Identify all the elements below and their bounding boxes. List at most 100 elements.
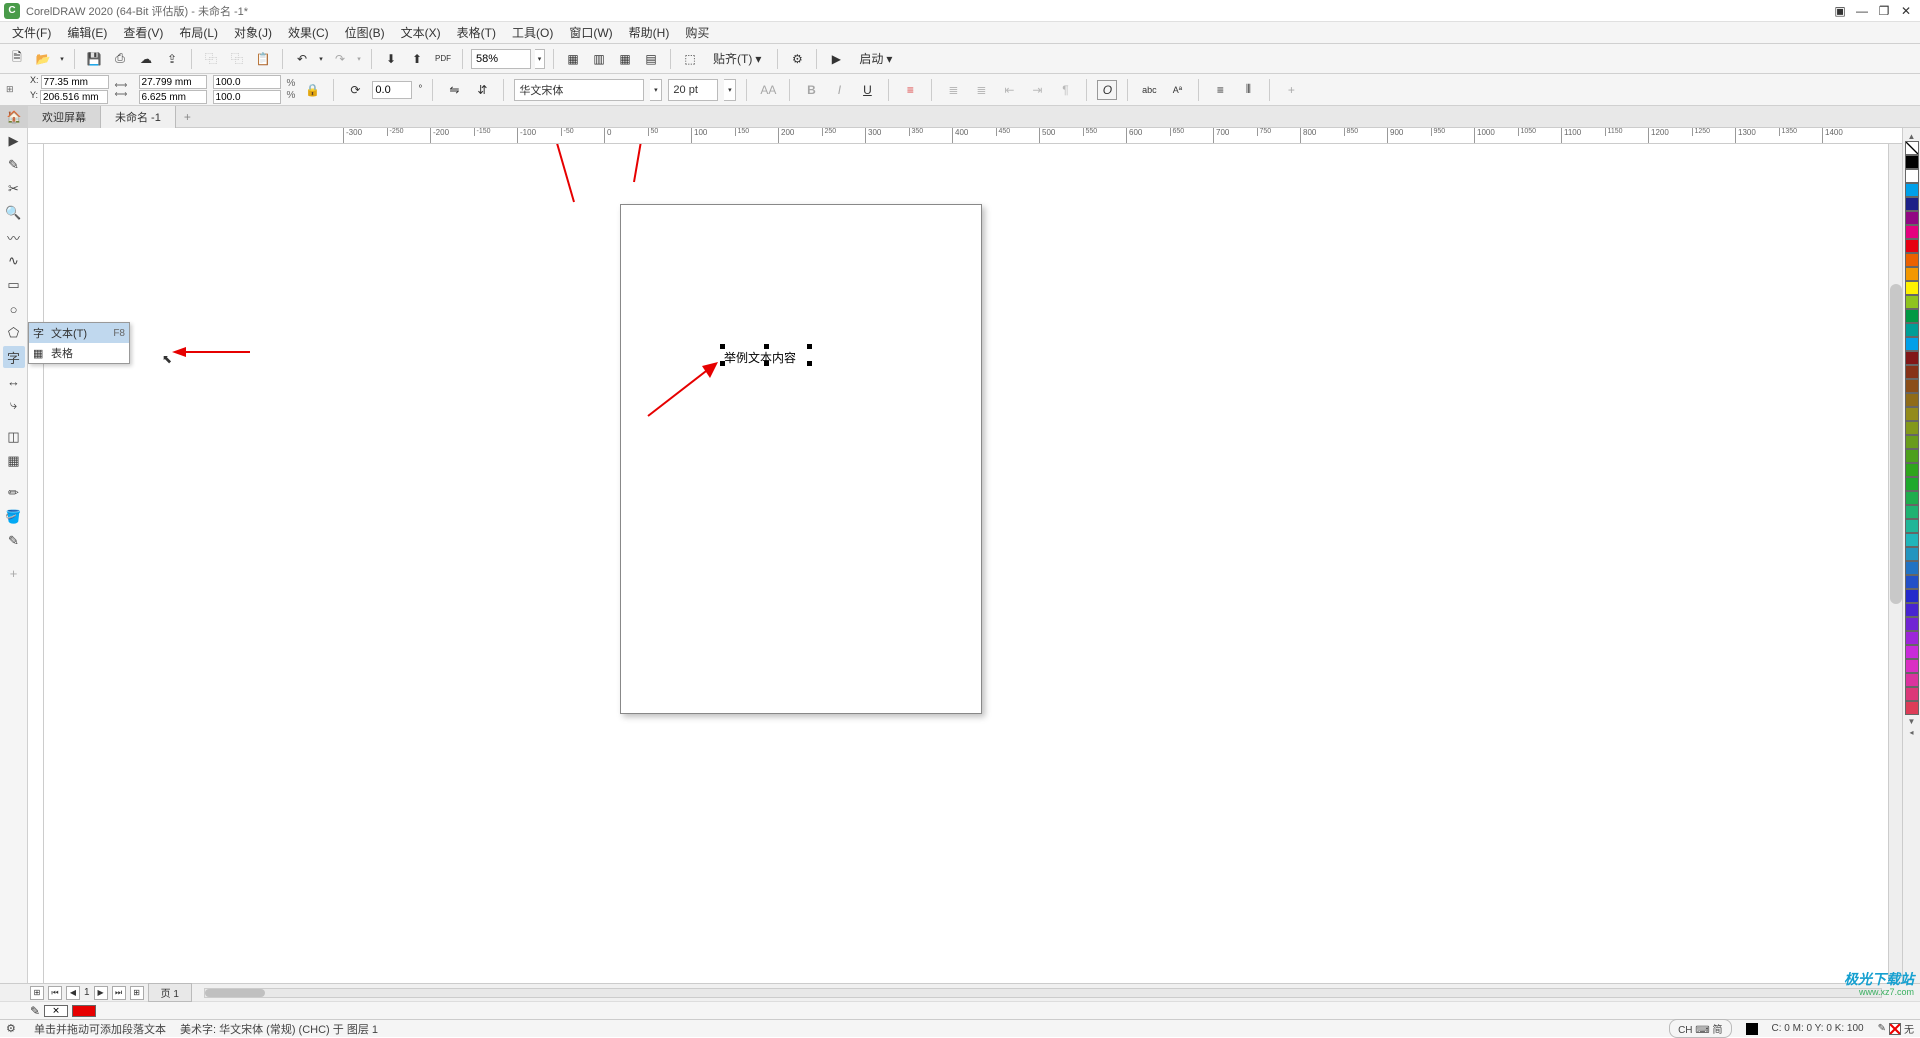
- eyedropper-tool-icon[interactable]: ✏: [3, 482, 25, 504]
- palette-swatch[interactable]: [1905, 477, 1919, 491]
- y-input[interactable]: [40, 90, 108, 104]
- palette-down-icon[interactable]: ▼: [1908, 717, 1916, 726]
- menu-effect[interactable]: 效果(C): [280, 22, 337, 43]
- list-bullet-icon[interactable]: ≣: [942, 79, 964, 101]
- palette-swatch[interactable]: [1905, 589, 1919, 603]
- palette-swatch[interactable]: [1905, 253, 1919, 267]
- underline-button[interactable]: U: [856, 79, 878, 101]
- palette-swatch[interactable]: [1905, 309, 1919, 323]
- palette-expand-icon[interactable]: ◂: [1909, 728, 1913, 737]
- rectangle-tool-icon[interactable]: ▭: [3, 274, 25, 296]
- menu-layout[interactable]: 布局(L): [171, 22, 226, 43]
- palette-swatch[interactable]: [1905, 533, 1919, 547]
- palette-swatch[interactable]: [1905, 421, 1919, 435]
- palette-swatch[interactable]: [1905, 365, 1919, 379]
- dropshadow-tool-icon[interactable]: ◫: [3, 426, 25, 448]
- grid-icon[interactable]: ▦: [614, 48, 636, 70]
- snap-icon[interactable]: ⬚: [679, 48, 701, 70]
- copy2-icon[interactable]: ⿻: [226, 48, 248, 70]
- outline-color-well[interactable]: [44, 1005, 68, 1017]
- palette-swatch[interactable]: [1905, 211, 1919, 225]
- transparency-tool-icon[interactable]: ▦: [3, 450, 25, 472]
- palette-swatch[interactable]: [1905, 183, 1919, 197]
- page-tab-1[interactable]: 页 1: [148, 983, 192, 1002]
- menu-table[interactable]: 表格(T): [449, 22, 504, 43]
- undo-icon[interactable]: ↶: [291, 48, 313, 70]
- selection-handles[interactable]: [720, 344, 812, 366]
- palette-swatch[interactable]: [1905, 449, 1919, 463]
- horizontal-ruler[interactable]: 毫米 -300-200-1000100200300400500600700800…: [28, 128, 1902, 144]
- palette-swatch[interactable]: [1905, 687, 1919, 701]
- tab-welcome[interactable]: 欢迎屏幕: [28, 106, 101, 128]
- palette-swatch[interactable]: [1905, 267, 1919, 281]
- crop-tool-icon[interactable]: ✂: [3, 178, 25, 200]
- open-icon[interactable]: 📂: [32, 48, 54, 70]
- mirror-h-icon[interactable]: ⇋: [443, 79, 465, 101]
- cloud-icon[interactable]: ☁: [135, 48, 157, 70]
- zoom-tool-icon[interactable]: 🔍: [3, 202, 25, 224]
- home-tab-icon[interactable]: 🏠: [0, 106, 28, 128]
- palette-swatch[interactable]: [1905, 491, 1919, 505]
- text-spacing-icon[interactable]: ⫴: [1237, 79, 1259, 101]
- palette-swatch[interactable]: [1905, 379, 1919, 393]
- palette-swatch[interactable]: [1905, 407, 1919, 421]
- palette-swatch[interactable]: [1905, 561, 1919, 575]
- fill-tool-icon[interactable]: 🪣: [3, 506, 25, 528]
- menu-edit[interactable]: 编辑(E): [59, 22, 115, 43]
- paste-icon[interactable]: 📋: [252, 48, 274, 70]
- close-icon[interactable]: ✕: [1896, 3, 1916, 19]
- palette-up-icon[interactable]: ▲: [1908, 132, 1916, 141]
- pdf-icon[interactable]: PDF: [432, 48, 454, 70]
- lock-ratio-icon[interactable]: 🔒: [301, 79, 323, 101]
- palette-swatch[interactable]: [1905, 155, 1919, 169]
- palette-swatch[interactable]: [1905, 631, 1919, 645]
- list-number-icon[interactable]: ≣: [970, 79, 992, 101]
- variable-font-icon[interactable]: AA: [757, 79, 779, 101]
- palette-swatch[interactable]: [1905, 351, 1919, 365]
- options-icon[interactable]: ⚙: [786, 48, 808, 70]
- pick-tool-icon[interactable]: ▶: [3, 130, 25, 152]
- text-tool-icon[interactable]: 字: [3, 346, 25, 368]
- palette-swatch[interactable]: [1905, 295, 1919, 309]
- connector-tool-icon[interactable]: ⤷: [3, 394, 25, 416]
- text-case-icon[interactable]: Aª: [1166, 79, 1188, 101]
- palette-swatch[interactable]: [1905, 225, 1919, 239]
- menu-view[interactable]: 查看(V): [115, 22, 171, 43]
- vertical-scrollbar[interactable]: [1888, 144, 1902, 983]
- menu-help[interactable]: 帮助(H): [621, 22, 678, 43]
- outline-tool-icon[interactable]: ✎: [3, 530, 25, 552]
- dd1[interactable]: ▾: [58, 48, 66, 70]
- italic-button[interactable]: I: [828, 79, 850, 101]
- status-gear-icon[interactable]: ⚙: [6, 1022, 20, 1035]
- font-size-input[interactable]: 20 pt: [668, 79, 718, 101]
- horizontal-scrollbar[interactable]: [204, 988, 1882, 998]
- menu-window[interactable]: 窗口(W): [561, 22, 620, 43]
- import-icon[interactable]: ⬇: [380, 48, 402, 70]
- page-add-icon[interactable]: ⊞: [30, 986, 44, 1000]
- palette-swatch[interactable]: [1905, 519, 1919, 533]
- redo-icon[interactable]: ↷: [329, 48, 351, 70]
- dimension-tool-icon[interactable]: ↔: [3, 370, 25, 392]
- menu-buy[interactable]: 购买: [677, 22, 717, 43]
- palette-swatch[interactable]: [1905, 673, 1919, 687]
- flyout-table-tool[interactable]: ▦ 表格: [29, 343, 129, 363]
- palette-swatch[interactable]: [1905, 323, 1919, 337]
- toolbox-add-icon[interactable]: +: [3, 562, 25, 584]
- palette-swatch[interactable]: [1905, 337, 1919, 351]
- add-icon[interactable]: +: [1280, 79, 1302, 101]
- flyout-text-tool[interactable]: 字 文本(T) F8: [29, 323, 129, 343]
- page-add2-icon[interactable]: ⊞: [130, 986, 144, 1000]
- zoom-dropdown[interactable]: ▾: [535, 49, 545, 69]
- palette-swatch[interactable]: [1905, 281, 1919, 295]
- indent-inc-icon[interactable]: ⇥: [1026, 79, 1048, 101]
- palette-swatch[interactable]: [1905, 197, 1919, 211]
- launch-dropdown[interactable]: 启动 ▾: [851, 48, 900, 69]
- font-size-dropdown[interactable]: ▾: [724, 79, 736, 101]
- status-nofill[interactable]: ✎无: [1878, 1021, 1914, 1036]
- redo-dd[interactable]: ▾: [355, 48, 363, 70]
- palette-swatch[interactable]: [1905, 617, 1919, 631]
- rulers-icon[interactable]: ▥: [588, 48, 610, 70]
- new-icon[interactable]: 🗎: [6, 48, 28, 70]
- ellipse-tool-icon[interactable]: ○: [3, 298, 25, 320]
- font-family-dropdown[interactable]: ▾: [650, 79, 662, 101]
